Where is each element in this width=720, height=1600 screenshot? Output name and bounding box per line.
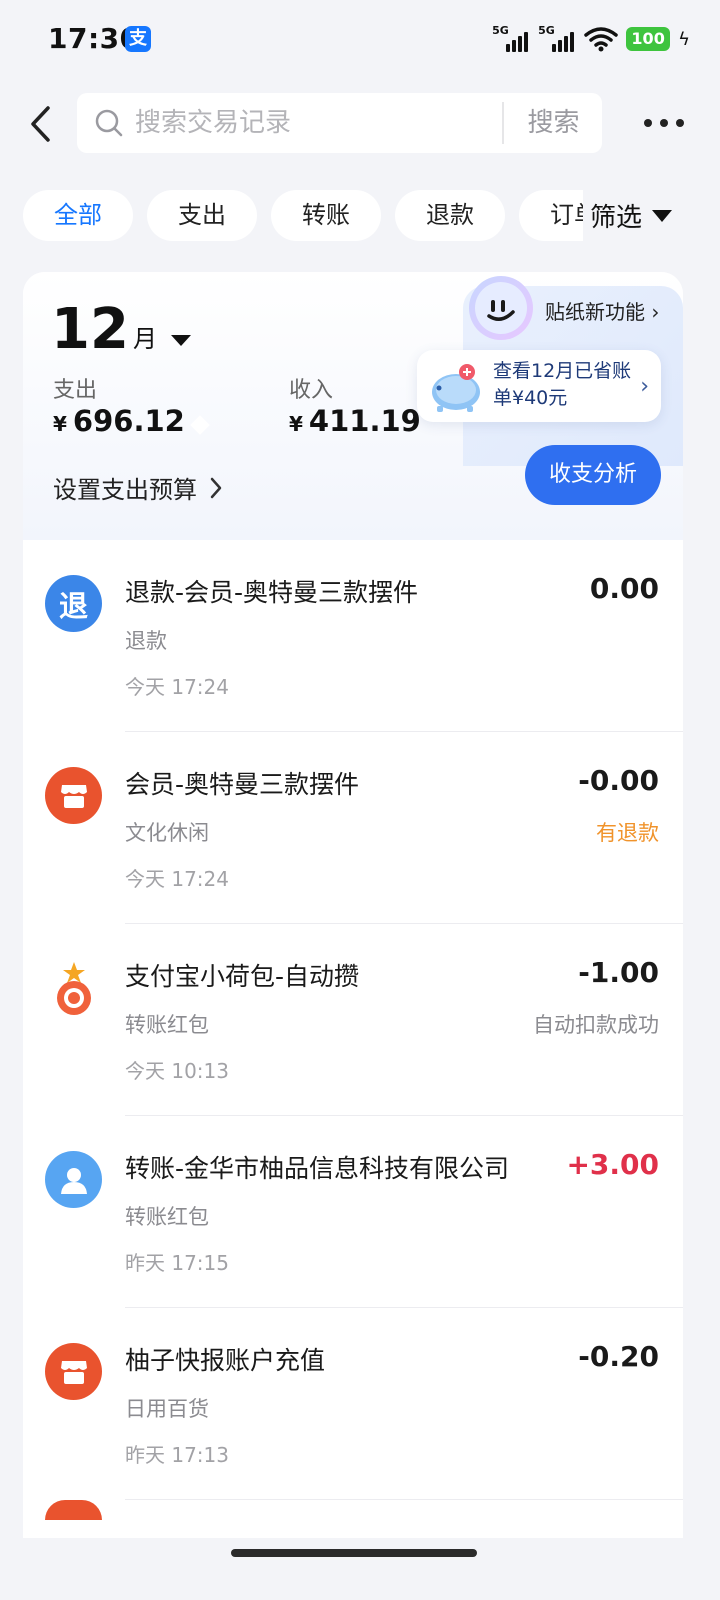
shop-icon (45, 1343, 102, 1400)
transaction-category: 转账红包 (125, 1205, 209, 1229)
month-unit: 月 (132, 325, 157, 353)
shop-icon (45, 1500, 102, 1520)
transaction-amount: -1.00 (578, 956, 659, 989)
transaction-amount: -0.20 (578, 1340, 659, 1373)
chevron-right-icon: › (640, 374, 649, 399)
currency-symbol: ¥ (53, 412, 67, 436)
transaction-list: 退 退款-会员-奥特曼三款摆件 退款 今天 17:24 0.00 会员-奥特曼三… (23, 540, 683, 1540)
chevron-left-icon (31, 106, 50, 142)
refund-status-note: 有退款 (596, 821, 659, 845)
transaction-title: 会员-奥特曼三款摆件 (125, 770, 360, 799)
chip-all[interactable]: 全部 (23, 190, 133, 241)
shop-icon (45, 767, 102, 824)
bottom-nav-area (0, 1538, 720, 1600)
search-icon (95, 109, 123, 137)
filter-chip-row: 全部 支出 转账 退款 订单 (23, 190, 583, 241)
search-button[interactable]: 搜索 (505, 93, 602, 153)
chevron-right-icon: › (651, 300, 660, 324)
transaction-time: 今天 17:24 (125, 867, 229, 891)
income-value: 411.19 (308, 404, 421, 438)
transaction-time: 今天 17:24 (125, 675, 229, 699)
user-icon (60, 1167, 87, 1194)
transaction-title: 退款-会员-奥特曼三款摆件 (125, 578, 419, 607)
smiley-face-icon (475, 282, 527, 334)
more-options-button[interactable] (638, 104, 690, 142)
search-divider (502, 102, 504, 144)
savings-bubble[interactable]: 查看12月已省账单¥40元 › (417, 350, 661, 422)
transaction-time: 昨天 17:13 (125, 1443, 229, 1467)
savings-text: 查看12月已省账单¥40元 (493, 360, 632, 409)
transaction-title: 柚子快报账户充值 (125, 1346, 326, 1375)
transaction-category: 退款 (125, 629, 167, 653)
transaction-amount: -0.00 (578, 764, 659, 797)
sticker-avatar[interactable] (469, 276, 533, 340)
back-button[interactable] (20, 100, 60, 148)
status-bar: 17:30 支 5G 5G 100 ϟ (0, 0, 720, 80)
transaction-card: 12 月 支出 ¥696.12 收入 ¥411.19 设置支出预算 贴纸新功能 … (23, 272, 683, 1572)
transaction-title: 支付宝小荷包-自动攒 (125, 962, 360, 991)
chip-order[interactable]: 订单 (519, 190, 583, 241)
search-input[interactable]: 搜索交易记录 (135, 107, 291, 139)
piggy-bank-icon (432, 364, 480, 412)
more-dot (676, 119, 684, 127)
expense-label: 支出 (53, 378, 98, 403)
signal-label: 5G (538, 24, 555, 37)
transaction-row[interactable]: 支付宝小荷包-自动攒 转账红包 今天 10:13 -1.00 自动扣款成功 (23, 924, 683, 1116)
alipay-notification-icon: 支 (125, 26, 151, 52)
expense-value: 696.12 (72, 404, 185, 438)
filter-button[interactable]: 筛选 (590, 190, 690, 241)
wifi-icon (584, 27, 618, 52)
transaction-amount: 0.00 (589, 572, 659, 605)
battery-icon: 100 (626, 27, 671, 51)
transaction-category: 日用百货 (125, 1397, 209, 1421)
chip-expense[interactable]: 支出 (147, 190, 257, 241)
person-icon (45, 1151, 102, 1208)
filter-label: 筛选 (590, 203, 643, 233)
income-amount: ¥411.19 (289, 404, 421, 438)
income-expense-analysis-button[interactable]: 收支分析 (525, 445, 661, 505)
triangle-down-icon (652, 209, 673, 222)
store-icon (60, 1360, 87, 1384)
month-number: 12 (51, 297, 129, 362)
transaction-title: 转账-金华市柚品信息科技有限公司 (125, 1154, 510, 1183)
chevron-right-icon (210, 477, 222, 498)
transaction-row-partial[interactable] (23, 1500, 683, 1540)
signal-icon: 5G (492, 24, 530, 54)
currency-symbol: ¥ (289, 412, 303, 436)
charging-icon: ϟ (678, 28, 690, 50)
transaction-category: 文化休闲 (125, 821, 209, 845)
pocket-icon (45, 959, 102, 1016)
more-dot (660, 119, 668, 127)
sticker-feature-link[interactable]: 贴纸新功能 › (545, 296, 659, 325)
transaction-category: 转账红包 (125, 1013, 209, 1037)
transaction-row[interactable]: 柚子快报账户充值 日用百货 昨天 17:13 -0.20 (23, 1308, 683, 1500)
chip-refund[interactable]: 退款 (395, 190, 505, 241)
signal-label: 5G (492, 24, 509, 37)
refund-icon: 退 (45, 575, 102, 632)
sticker-label-text: 贴纸新功能 (545, 300, 645, 324)
budget-label: 设置支出预算 (53, 476, 197, 504)
store-icon (60, 784, 87, 808)
chip-transfer[interactable]: 转账 (271, 190, 381, 241)
transaction-row[interactable]: 转账-金华市柚品信息科技有限公司 转账红包 昨天 17:15 +3.00 (23, 1116, 683, 1308)
more-dot (644, 119, 652, 127)
month-selector[interactable]: 12 月 (51, 302, 191, 358)
transaction-time: 今天 10:13 (125, 1059, 229, 1083)
auto-debit-status-note: 自动扣款成功 (533, 1013, 659, 1037)
transaction-row[interactable]: 会员-奥特曼三款摆件 文化休闲 今天 17:24 -0.00 有退款 (23, 732, 683, 924)
refund-icon-glyph: 退 (58, 588, 88, 623)
transaction-amount: +3.00 (566, 1148, 659, 1181)
signal-icon: 5G (538, 24, 576, 54)
income-label: 收入 (289, 378, 334, 403)
savings-pouch-icon (56, 961, 91, 1015)
transaction-row[interactable]: 退 退款-会员-奥特曼三款摆件 退款 今天 17:24 0.00 (23, 540, 683, 732)
home-indicator[interactable] (231, 1549, 477, 1557)
status-indicators: 5G 5G 100 ϟ (492, 22, 690, 56)
transaction-time: 昨天 17:15 (125, 1251, 229, 1275)
search-bar: 搜索交易记录 搜索 (77, 93, 602, 153)
caret-down-icon (170, 335, 191, 346)
set-budget-link[interactable]: 设置支出预算 (53, 470, 223, 505)
expense-amount: ¥696.12 (53, 404, 185, 438)
